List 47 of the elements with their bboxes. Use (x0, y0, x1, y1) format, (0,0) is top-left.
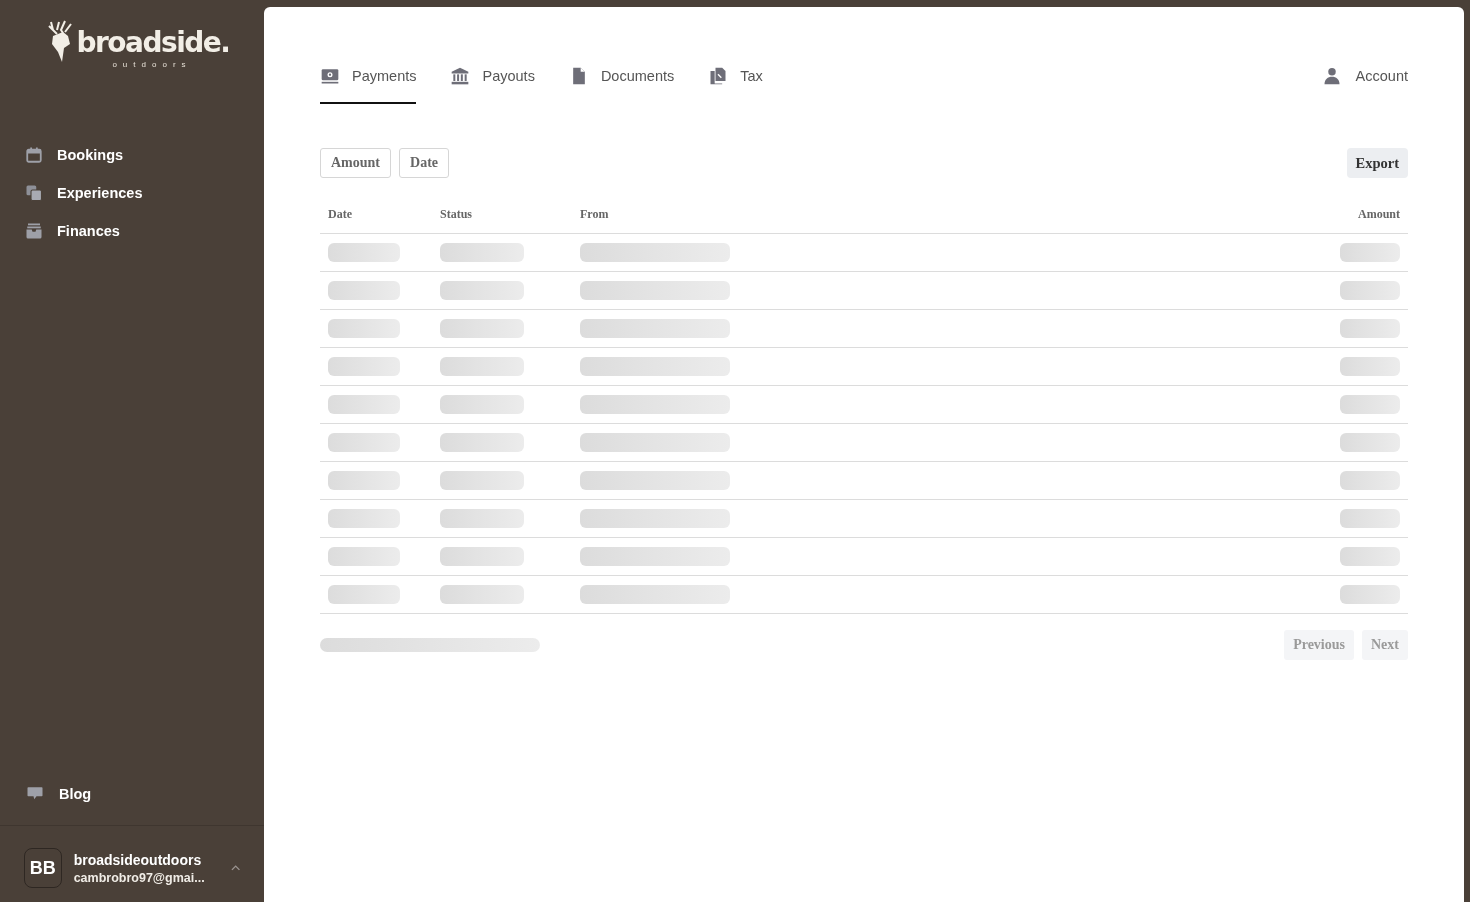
loading-placeholder (1340, 357, 1400, 376)
loading-placeholder (328, 357, 400, 376)
tab[interactable]: Documents (568, 52, 675, 104)
documents-icon (708, 65, 729, 86)
column-header: Date (328, 207, 353, 222)
filter-button[interactable]: Date (399, 148, 449, 178)
chevron-up-icon[interactable] (230, 864, 240, 872)
tab[interactable]: Tax (708, 52, 763, 104)
loading-placeholder (328, 319, 400, 338)
column-header: Amount (1357, 207, 1400, 222)
sidebar-item[interactable]: Experiences (16, 176, 248, 210)
loading-placeholder (1340, 471, 1400, 490)
loading-placeholder (328, 243, 400, 262)
loading-placeholder (328, 471, 400, 490)
sidebar-item[interactable]: Blog (16, 777, 248, 811)
copies-icon (25, 184, 43, 202)
calendar-icon (25, 146, 43, 164)
logo-wordmark: broadside. (76, 25, 230, 59)
loading-placeholder (328, 433, 400, 452)
loading-placeholder (1340, 547, 1400, 566)
export-button[interactable]: Export (1346, 148, 1408, 178)
logo-tagline: outdoors (112, 60, 192, 69)
tab[interactable]: Payouts (450, 52, 535, 104)
tab[interactable]: Payments (320, 52, 417, 104)
loading-placeholder (328, 509, 400, 528)
account-link[interactable]: Account (1321, 52, 1408, 104)
loading-placeholder (1340, 585, 1400, 604)
user-name: broadsideoutdoors (73, 851, 203, 868)
column-header: From (580, 207, 610, 222)
bank-icon (450, 65, 471, 86)
inbox-icon (25, 222, 43, 240)
filter-button[interactable]: Amount (320, 148, 391, 178)
loading-placeholder (1340, 281, 1400, 300)
loading-placeholder (1340, 319, 1400, 338)
loading-placeholder (1340, 509, 1400, 528)
loading-placeholder (1340, 395, 1400, 414)
loading-placeholder (328, 281, 400, 300)
loading-placeholder (1340, 433, 1400, 452)
sidebar-item[interactable]: Bookings (16, 138, 248, 172)
loading-placeholder (1340, 243, 1400, 262)
loading-placeholder (328, 547, 400, 566)
loading-placeholder (328, 395, 400, 414)
user-avatar: BB (24, 848, 62, 888)
user-email: cambrobro97@gmai... (73, 870, 205, 885)
loading-placeholder (328, 585, 400, 604)
column-header: Status (440, 207, 473, 222)
sidebar-item[interactable]: Finances (16, 214, 248, 248)
